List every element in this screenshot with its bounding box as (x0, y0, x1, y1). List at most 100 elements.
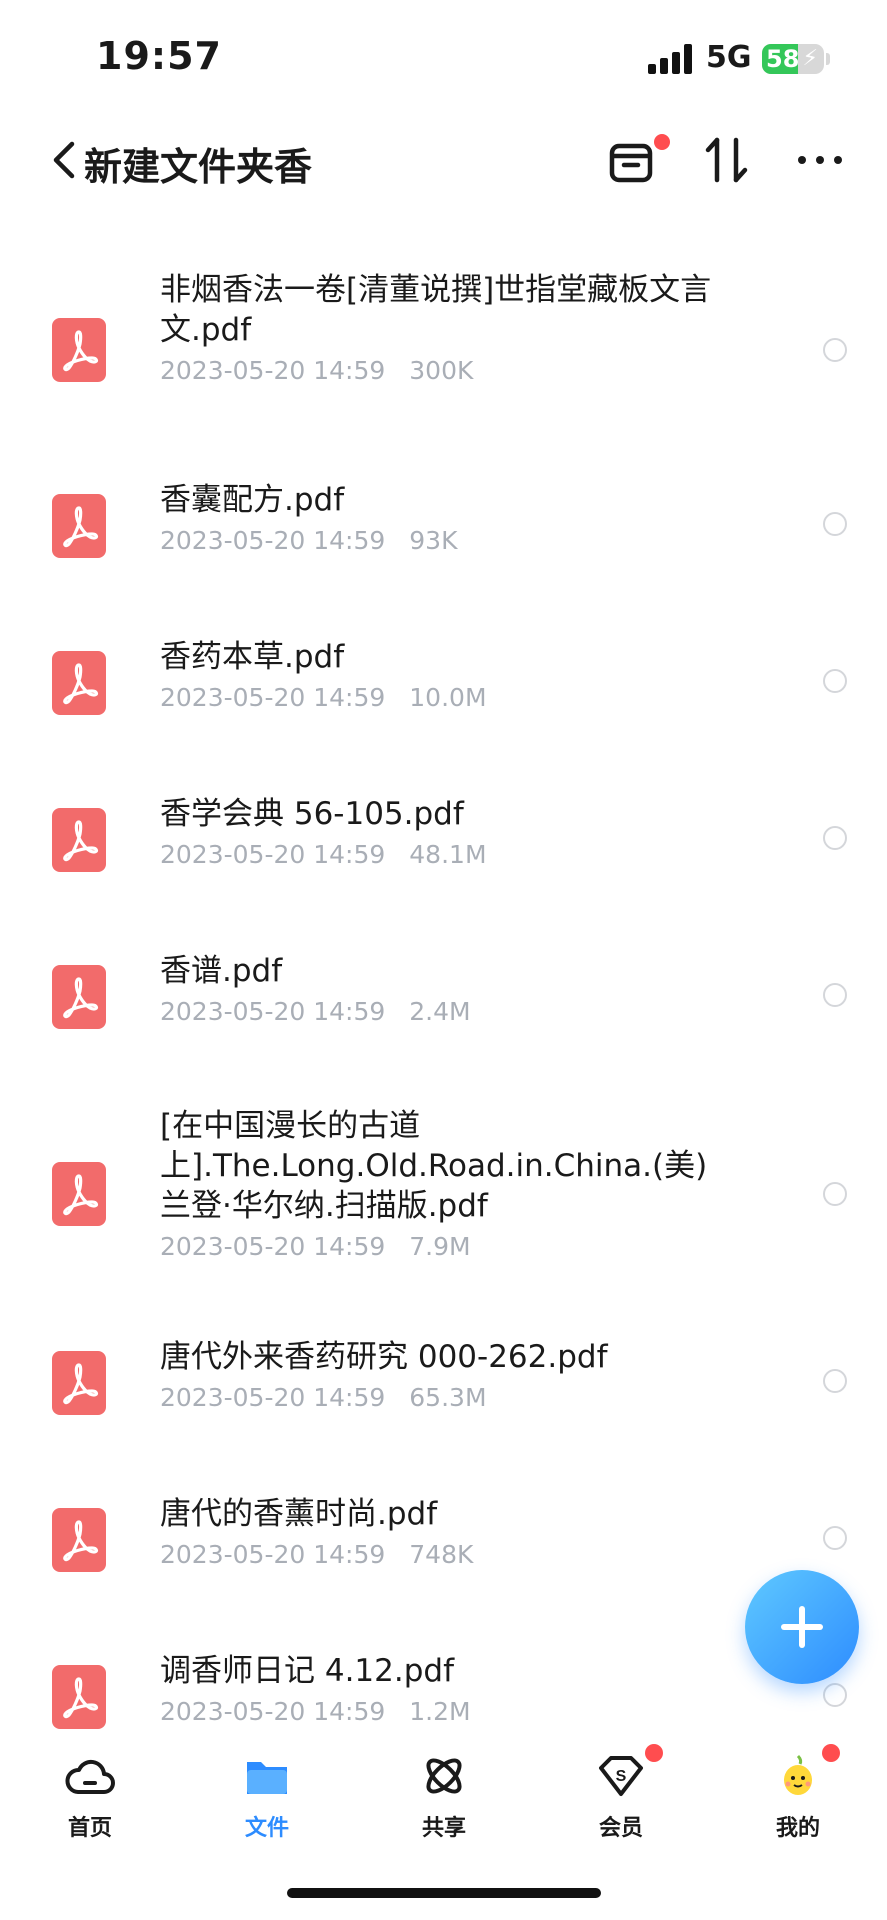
file-size: 93K (409, 526, 458, 555)
file-size: 1.2M (409, 1697, 471, 1726)
atom-icon (426, 1758, 462, 1794)
tab-files[interactable]: 文件 (207, 1750, 327, 1850)
pdf-file-icon (52, 1162, 106, 1226)
file-date: 2023-05-20 14:59 (160, 1540, 386, 1569)
file-name: 香药本草.pdf (160, 639, 345, 675)
file-row[interactable]: 香囊配方.pdf 2023-05-20 14:59 93K (0, 480, 887, 580)
select-radio[interactable] (823, 1683, 847, 1707)
file-name: 唐代外来香药研究 000-262.pdf (160, 1339, 608, 1375)
file-row[interactable]: 调香师日记 4.12.pdf 2023-05-20 14:59 1.2M (0, 1651, 887, 1730)
file-meta: 2023-05-20 14:59 7.9M (160, 1232, 471, 1261)
file-name: [在中国漫长的古道上].The.Long.Old.Road.in.China.(… (160, 1108, 708, 1224)
file-name: 香学会典 56-105.pdf (160, 796, 464, 832)
notification-dot (822, 1744, 840, 1762)
pdf-file-icon (52, 318, 106, 382)
header: 新建文件夹香 (0, 110, 887, 210)
select-radio[interactable] (823, 826, 847, 850)
file-date: 2023-05-20 14:59 (160, 1232, 386, 1261)
file-meta: 2023-05-20 14:59 1.2M (160, 1697, 471, 1726)
select-radio[interactable] (823, 669, 847, 693)
file-date: 2023-05-20 14:59 (160, 526, 386, 555)
pdf-file-icon (52, 1665, 106, 1729)
battery-icon: 58 ⚡ (762, 44, 824, 74)
battery-percent: 58 (766, 45, 800, 73)
pdf-file-icon (52, 494, 106, 558)
charging-bolt-icon: ⚡ (802, 46, 818, 71)
tab-label: 我的 (775, 1816, 820, 1841)
signal-icon (648, 44, 692, 74)
select-radio[interactable] (823, 338, 847, 362)
file-row[interactable]: 香药本草.pdf 2023-05-20 14:59 10.0M (0, 637, 887, 737)
add-button[interactable] (745, 1570, 859, 1684)
file-meta: 2023-05-20 14:59 48.1M (160, 840, 487, 869)
sort-icon[interactable] (700, 132, 756, 188)
bottom-tab-bar: 首页 文件 共享 S 会员 我的 (0, 1730, 887, 1850)
file-row[interactable]: 香谱.pdf 2023-05-20 14:59 2.4M (0, 951, 887, 1051)
tab-home[interactable]: 首页 (30, 1750, 150, 1850)
file-size: 10.0M (409, 683, 487, 712)
file-name: 唐代的香薰时尚.pdf (160, 1496, 438, 1532)
notification-dot (654, 134, 670, 150)
file-meta: 2023-05-20 14:59 748K (160, 1540, 473, 1569)
cloud-icon (65, 1759, 115, 1794)
file-size: 48.1M (409, 840, 487, 869)
file-row[interactable]: 香学会典 56-105.pdf 2023-05-20 14:59 48.1M (0, 794, 887, 894)
tab-me[interactable]: 我的 (738, 1744, 858, 1850)
file-size: 2.4M (409, 997, 471, 1026)
select-radio[interactable] (823, 1369, 847, 1393)
file-name: 调香师日记 4.12.pdf (160, 1653, 454, 1689)
file-browser-screen: 19:57 5G 58 ⚡ 新建文件夹香 非烟香法一卷[清董说撰]世指堂藏板文言… (0, 0, 887, 1920)
select-radio[interactable] (823, 1526, 847, 1550)
notification-dot (645, 1744, 663, 1762)
file-size: 748K (409, 1540, 474, 1569)
svg-text:S: S (616, 1768, 627, 1785)
tab-label: 共享 (421, 1816, 466, 1841)
file-date: 2023-05-20 14:59 (160, 1383, 386, 1412)
mascot-avatar-icon (784, 1754, 812, 1795)
file-meta: 2023-05-20 14:59 2.4M (160, 997, 471, 1026)
pdf-file-icon (52, 965, 106, 1029)
folder-icon (247, 1762, 287, 1794)
home-indicator (287, 1888, 601, 1898)
file-list: 非烟香法一卷[清董说撰]世指堂藏板文言文.pdf 2023-05-20 14:5… (0, 210, 887, 1730)
archive-box-icon[interactable] (604, 132, 660, 188)
file-date: 2023-05-20 14:59 (160, 356, 386, 385)
status-bar: 19:57 5G 58 ⚡ (0, 0, 887, 110)
file-row[interactable]: 唐代外来香药研究 000-262.pdf 2023-05-20 14:59 65.… (0, 1337, 887, 1437)
pdf-file-icon (52, 808, 106, 872)
file-name: 非烟香法一卷[清董说撰]世指堂藏板文言文.pdf (160, 272, 712, 348)
select-radio[interactable] (823, 1182, 847, 1206)
tab-share[interactable]: 共享 (384, 1750, 504, 1850)
status-time: 19:57 (96, 34, 222, 78)
tab-vip[interactable]: S 会员 (561, 1744, 681, 1850)
file-date: 2023-05-20 14:59 (160, 997, 386, 1026)
file-date: 2023-05-20 14:59 (160, 1697, 386, 1726)
file-name: 香谱.pdf (160, 953, 283, 989)
network-type: 5G (706, 40, 752, 75)
select-radio[interactable] (823, 983, 847, 1007)
tab-label: 会员 (598, 1816, 643, 1841)
file-meta: 2023-05-20 14:59 93K (160, 526, 458, 555)
file-size: 300K (409, 356, 474, 385)
file-size: 7.9M (409, 1232, 471, 1261)
more-options-icon[interactable] (792, 132, 848, 188)
file-meta: 2023-05-20 14:59 300K (160, 356, 473, 385)
tab-label: 首页 (67, 1816, 112, 1841)
file-row[interactable]: 唐代的香薰时尚.pdf 2023-05-20 14:59 748K (0, 1494, 887, 1594)
file-row[interactable]: 非烟香法一卷[清董说撰]世指堂藏板文言文.pdf 2023-05-20 14:5… (0, 270, 887, 420)
file-row[interactable]: [在中国漫长的古道上].The.Long.Old.Road.in.China.(… (0, 1106, 887, 1276)
pdf-file-icon (52, 1351, 106, 1415)
file-meta: 2023-05-20 14:59 10.0M (160, 683, 487, 712)
pdf-file-icon (52, 651, 106, 715)
select-radio[interactable] (823, 512, 847, 536)
page-title: 新建文件夹香 (84, 145, 313, 189)
vip-diamond-icon: S (599, 1756, 643, 1796)
file-name: 香囊配方.pdf (160, 482, 345, 518)
file-date: 2023-05-20 14:59 (160, 683, 386, 712)
back-chevron-icon[interactable] (46, 138, 86, 182)
file-date: 2023-05-20 14:59 (160, 840, 386, 869)
tab-label: 文件 (244, 1816, 289, 1841)
pdf-file-icon (52, 1508, 106, 1572)
file-size: 65.3M (409, 1383, 487, 1412)
file-meta: 2023-05-20 14:59 65.3M (160, 1383, 487, 1412)
